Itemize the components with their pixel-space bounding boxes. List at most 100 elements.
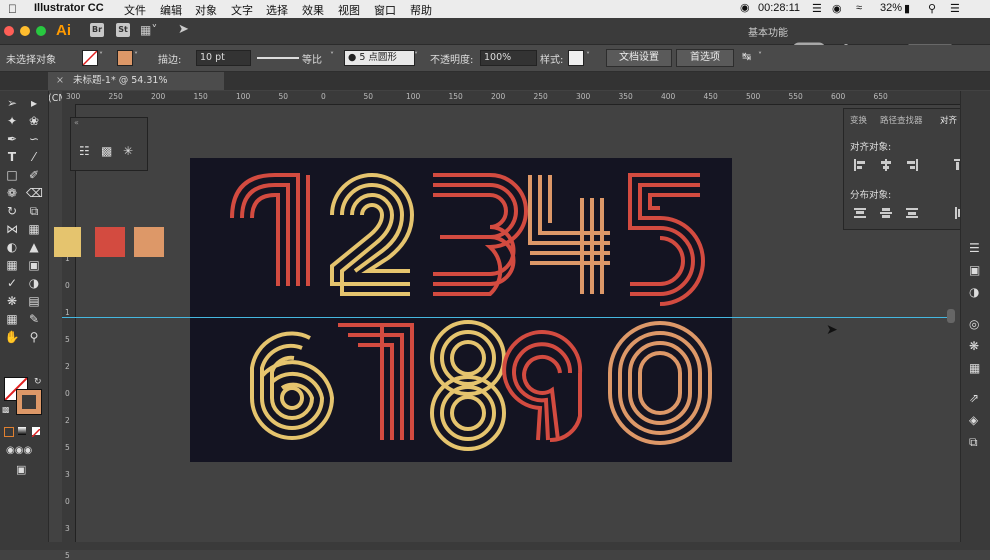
status-icon-volume[interactable]: ◉ xyxy=(832,2,842,15)
gpu-rocket-icon[interactable]: ➤ xyxy=(178,22,189,37)
transparency-panel-icon[interactable]: ◑ xyxy=(969,285,979,299)
app-name-menu[interactable]: Illustrator CC xyxy=(34,2,104,14)
minimize-window-button[interactable] xyxy=(20,26,30,36)
paintbrush-tool-icon[interactable]: ✐ xyxy=(26,167,42,183)
hand-tool-icon[interactable]: ✋ xyxy=(4,329,20,345)
none-mode-icon[interactable] xyxy=(31,427,41,438)
opacity-field[interactable]: 100% xyxy=(480,50,537,66)
profile-label[interactable]: 等比 xyxy=(302,51,322,66)
search-icon[interactable]: ⚲ xyxy=(928,2,936,15)
menu-type[interactable]: 文字 xyxy=(231,2,253,18)
horizontal-ruler[interactable]: 300 250 200 150 100 50 0 50 100 150 200 250 300 350 40… xyxy=(62,91,990,105)
eraser-tool-icon[interactable]: ⌫ xyxy=(26,185,43,201)
color-mode-icon[interactable] xyxy=(4,427,14,437)
document-setup-button[interactable]: 文档设置 xyxy=(606,49,672,67)
swap-fill-stroke-icon[interactable]: ↻ xyxy=(34,377,42,387)
column-graph-tool-icon[interactable]: ▤ xyxy=(26,293,42,309)
workspace-switcher[interactable]: 基本功能 xyxy=(748,24,788,39)
menu-effect[interactable]: 效果 xyxy=(302,2,324,18)
tab-transform[interactable]: 变换 xyxy=(850,114,867,126)
fill-color-swatch[interactable] xyxy=(82,50,98,66)
menu-edit[interactable]: 编辑 xyxy=(160,2,182,18)
free-transform-tool-icon[interactable]: ▦ xyxy=(26,221,42,237)
zoom-tool-icon[interactable]: ⚲ xyxy=(26,329,42,345)
blend-tool-icon[interactable]: ◑ xyxy=(26,275,42,291)
menu-object[interactable]: 对象 xyxy=(195,2,217,18)
graphic-styles-icon[interactable]: ❋ xyxy=(969,339,979,353)
status-icon-cc[interactable]: ◉ xyxy=(740,1,750,14)
screen-mode-icon[interactable]: ▣ xyxy=(16,463,26,476)
stroke-dropdown-icon[interactable]: ˅ xyxy=(134,51,138,60)
line-segment-tool-icon[interactable]: ⁄ xyxy=(26,149,42,165)
magic-wand-tool-icon[interactable]: ✦ xyxy=(4,113,20,129)
transform-icon[interactable]: ☷ xyxy=(79,144,90,158)
selection-tool-icon[interactable]: ➢ xyxy=(4,95,20,111)
eyedropper-tool-icon[interactable]: ✓ xyxy=(4,275,20,291)
wifi-icon[interactable]: ≈ xyxy=(856,2,862,14)
battery-icon[interactable]: ▮ xyxy=(904,2,910,15)
rectangle-tool-icon[interactable]: □ xyxy=(4,167,20,183)
align-right-icon[interactable] xyxy=(906,159,918,171)
shaper-tool-icon[interactable]: ❁ xyxy=(4,185,20,201)
stroke-indicator[interactable] xyxy=(16,389,42,415)
menu-select[interactable]: 选择 xyxy=(266,2,288,18)
stroke-color-swatch[interactable] xyxy=(117,50,133,66)
type-tool-icon[interactable]: T xyxy=(4,149,20,165)
gradient-mode-icon[interactable] xyxy=(18,427,26,435)
draw-mode-icon[interactable]: ◉◉◉ xyxy=(6,445,32,456)
stroke-weight-field[interactable]: 10 pt xyxy=(196,50,251,66)
artboard-tool-icon[interactable]: ▦ xyxy=(4,311,20,327)
pen-tool-icon[interactable]: ✒ xyxy=(4,131,20,147)
curvature-tool-icon[interactable]: ∽ xyxy=(26,131,42,147)
mesh-tool-icon[interactable]: ▦ xyxy=(4,257,20,273)
align-left-icon[interactable] xyxy=(854,159,866,171)
shape-builder-tool-icon[interactable]: ◐ xyxy=(4,239,20,255)
swatch-orange[interactable] xyxy=(134,227,164,257)
variable-width-profile-line[interactable] xyxy=(257,57,299,59)
menu-view[interactable]: 视图 xyxy=(338,2,360,18)
distribute-bottom-icon[interactable] xyxy=(906,207,918,219)
artboard[interactable] xyxy=(190,158,732,462)
arrange-documents-icon[interactable]: ▦˅ xyxy=(140,23,157,37)
fill-dropdown-icon[interactable]: ˅ xyxy=(99,51,103,60)
swatch-yellow[interactable] xyxy=(54,227,81,257)
stock-button[interactable]: St xyxy=(116,23,130,37)
gradient-panel-icon[interactable]: ▣ xyxy=(969,263,980,277)
menu-help[interactable]: 帮助 xyxy=(410,2,432,18)
tab-align[interactable]: 对齐 xyxy=(940,114,957,126)
rotate-tool-icon[interactable]: ↻ xyxy=(4,203,20,219)
scale-tool-icon[interactable]: ⧉ xyxy=(26,203,42,219)
symbol-sprayer-tool-icon[interactable]: ❋ xyxy=(4,293,20,309)
anchor-icon[interactable]: ✳ xyxy=(123,144,133,158)
profile-dropdown-icon[interactable]: ˅ xyxy=(330,51,334,60)
slice-tool-icon[interactable]: ✎ xyxy=(26,311,42,327)
graphic-style-swatch[interactable] xyxy=(568,50,584,66)
notification-icon[interactable]: ☰ xyxy=(950,2,960,15)
tab-pathfinder[interactable]: 路径查找器 xyxy=(880,114,923,126)
tab-close-icon[interactable]: × xyxy=(56,75,64,86)
properties-icon[interactable]: ☰ xyxy=(969,241,980,255)
export-icon[interactable]: ⇗ xyxy=(969,391,979,405)
ruler-guide[interactable] xyxy=(62,317,950,318)
image-trace-icon[interactable]: ▦ xyxy=(969,361,980,375)
perspective-grid-tool-icon[interactable]: ▲ xyxy=(26,239,42,255)
distribute-top-icon[interactable] xyxy=(854,207,866,219)
brush-definition-field[interactable]: ● 5 点圆形 xyxy=(344,50,415,66)
distribute-vertical-center-icon[interactable] xyxy=(880,207,892,219)
document-tab[interactable]: × 未标题-1* @ 54.31% (CMYK/GPU 预览) xyxy=(48,72,224,104)
artboards-panel-icon[interactable]: ⧉ xyxy=(969,435,978,450)
swatch-red[interactable] xyxy=(95,227,125,257)
panel-collapse-icon[interactable]: « xyxy=(74,118,79,127)
layers-icon[interactable]: ◈ xyxy=(969,413,978,427)
arrange-icon[interactable]: ↹ xyxy=(742,50,751,63)
width-tool-icon[interactable]: ⋈ xyxy=(4,221,20,237)
lasso-tool-icon[interactable]: ❀ xyxy=(26,113,42,129)
bridge-button[interactable]: Br xyxy=(90,23,104,37)
brush-dropdown-icon[interactable]: ˅ xyxy=(414,51,418,60)
menu-file[interactable]: 文件 xyxy=(124,2,146,18)
menu-window[interactable]: 窗口 xyxy=(374,2,396,18)
style-dropdown-icon[interactable]: ˅ xyxy=(586,51,590,60)
appearance-panel-icon[interactable]: ◎ xyxy=(969,317,979,331)
status-icon-menus[interactable]: ☰ xyxy=(812,2,822,15)
vertical-scrollbar-thumb[interactable] xyxy=(947,309,955,323)
